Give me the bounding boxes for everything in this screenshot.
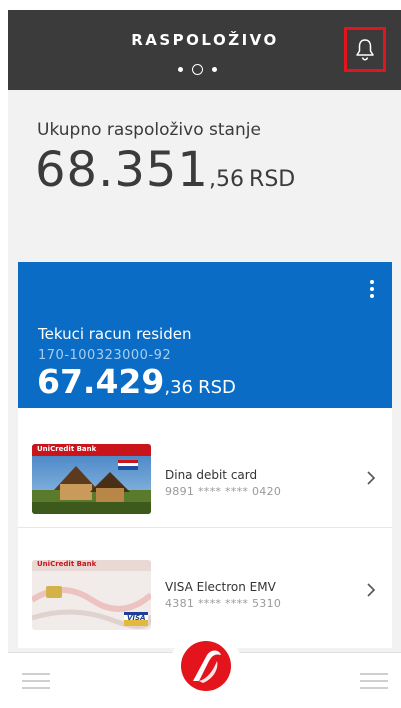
total-currency: RSD: [249, 167, 296, 192]
visa-scheme-label: VISA: [127, 614, 146, 622]
card-name: Dina debit card: [165, 468, 258, 482]
hamburger-icon-right[interactable]: [360, 673, 388, 694]
account-amount-decimals: ,36: [164, 377, 193, 398]
card-item-dina[interactable]: UniCredit Bank Dina debit card 9891 ****…: [18, 408, 392, 528]
chevron-right-icon: [367, 583, 376, 597]
app-screen: RASPOLOŽIVO Ukupno raspoloživo stanje 68…: [8, 10, 401, 708]
card-bank-label: UniCredit Bank: [37, 445, 97, 453]
card-name: VISA Electron EMV: [165, 580, 276, 594]
account-card[interactable]: Tekuci racun residen 170-100323000-92 67…: [18, 262, 392, 408]
account-amount-main: 67.429: [37, 362, 165, 401]
account-name: Tekuci racun residen: [38, 325, 192, 343]
page-dot-2-active[interactable]: [192, 64, 203, 75]
unicredit-logo-button[interactable]: [170, 630, 242, 702]
chevron-right-icon: [367, 471, 376, 485]
account-currency: RSD: [198, 377, 236, 398]
total-amount-decimals: ,56: [208, 167, 244, 192]
total-balance-label: Ukupno raspoloživo stanje: [37, 120, 261, 140]
card-number: 4381 **** **** 5310: [165, 597, 282, 610]
notifications-button[interactable]: [344, 27, 386, 72]
page-dot-1[interactable]: [178, 67, 183, 72]
page-title: RASPOLOŽIVO: [131, 31, 279, 49]
account-balance: 67.429,36 RSD: [37, 362, 236, 401]
card-number: 9891 **** **** 0420: [165, 485, 282, 498]
page-dot-3[interactable]: [212, 67, 217, 72]
unicredit-logo-icon: [181, 641, 231, 691]
total-balance-amount: 68.351,56 RSD: [35, 142, 295, 198]
bell-icon: [356, 39, 374, 61]
visa-card-image: UniCredit Bank VISA: [32, 560, 151, 630]
dina-card-image: UniCredit Bank: [32, 444, 151, 514]
hamburger-icon-left[interactable]: [22, 673, 50, 694]
account-number: 170-100323000-92: [38, 348, 172, 363]
page-indicator[interactable]: [178, 64, 217, 75]
cards-list: UniCredit Bank Dina debit card 9891 ****…: [18, 408, 392, 648]
app-header: RASPOLOŽIVO: [8, 10, 401, 90]
kebab-menu-icon[interactable]: [370, 280, 374, 301]
total-amount-main: 68.351: [35, 142, 209, 198]
card-bank-label: UniCredit Bank: [37, 560, 97, 568]
